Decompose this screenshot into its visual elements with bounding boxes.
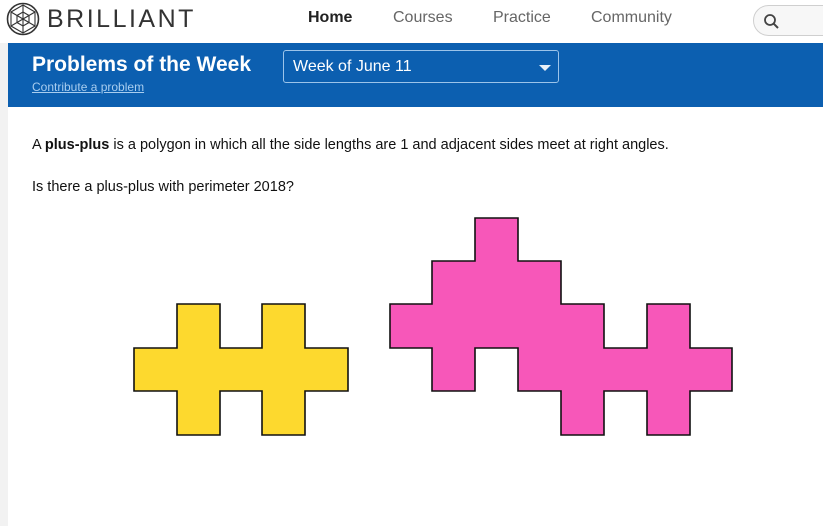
yellow-plus-plus-shape — [133, 303, 349, 436]
plus-plus-figure — [133, 217, 733, 436]
pink-plus-plus-shape — [389, 217, 733, 436]
